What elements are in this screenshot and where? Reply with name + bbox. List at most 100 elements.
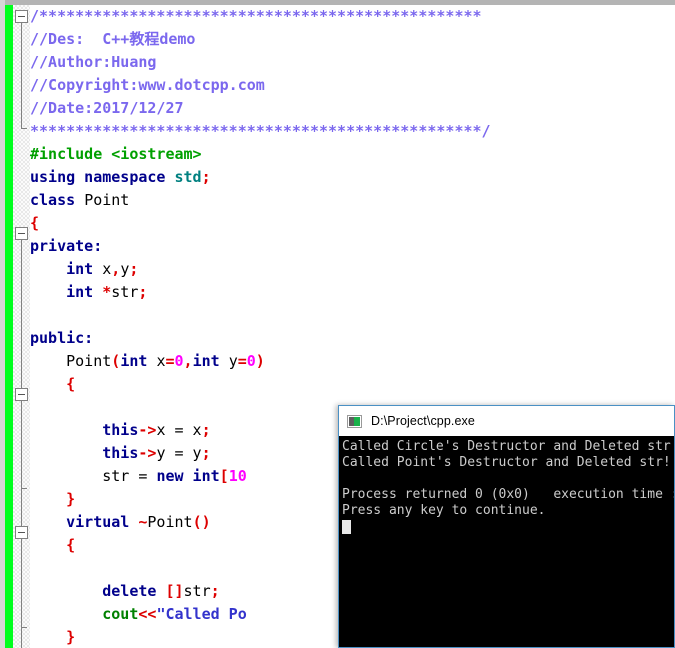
code-token: virtual	[30, 513, 138, 531]
fold-toggle-dtor-body[interactable]	[15, 526, 28, 539]
code-token	[30, 605, 102, 623]
code-token: ->	[138, 421, 156, 439]
console-window[interactable]: D:\Project\cpp.exe Called Circle's Destr…	[338, 405, 675, 648]
code-token: //Author:Huang	[30, 53, 156, 71]
fold-line-ctor-body	[21, 401, 22, 488]
code-token: ()	[193, 513, 211, 531]
code-token: //Des: C++教程demo	[30, 30, 195, 48]
code-token: std	[175, 168, 202, 186]
code-token: y = y	[156, 444, 201, 462]
code-token	[30, 628, 66, 646]
fold-toggle-header-comment[interactable]	[15, 10, 28, 23]
code-token: ;	[138, 283, 147, 301]
code-token: int	[193, 352, 229, 370]
code-line[interactable]: class Point	[30, 189, 675, 212]
fold-end-ctor-body	[21, 488, 27, 489]
console-line: Press any key to continue.	[342, 503, 674, 519]
code-token: int	[120, 352, 156, 370]
code-token	[30, 375, 66, 393]
code-token: private:	[30, 237, 102, 255]
code-token: ;	[211, 582, 220, 600]
change-indicator-bar	[5, 5, 13, 648]
code-line[interactable]: /***************************************…	[30, 5, 675, 28]
code-token: {	[66, 375, 75, 393]
fold-end-header-comment	[21, 128, 27, 129]
code-token: class	[30, 191, 84, 209]
code-token: ,	[184, 352, 193, 370]
code-token: "Called Po	[156, 605, 246, 623]
code-token: ,	[111, 260, 120, 278]
fold-line-dtor-body	[21, 539, 22, 627]
code-token: *	[102, 283, 111, 301]
code-line[interactable]: {	[30, 212, 675, 235]
fold-line-header-comment	[21, 23, 22, 128]
fold-toggle-ctor-body[interactable]	[15, 388, 28, 401]
code-line[interactable]: int x,y;	[30, 258, 675, 281]
code-token: /***************************************…	[30, 7, 482, 25]
code-token: }	[66, 490, 75, 508]
code-line[interactable]: ****************************************…	[30, 120, 675, 143]
fold-end-dtor-body	[21, 627, 27, 628]
code-line[interactable]: //Des: C++教程demo	[30, 28, 675, 51]
code-token: ;	[129, 260, 138, 278]
code-token: using namespace	[30, 168, 175, 186]
code-token: #include <iostream>	[30, 145, 202, 163]
code-token: [	[220, 467, 229, 485]
code-token: []	[165, 582, 183, 600]
code-token: y	[229, 352, 238, 370]
code-token: y	[120, 260, 129, 278]
code-line[interactable]: //Date:2017/12/27	[30, 97, 675, 120]
code-token: <<	[138, 605, 156, 623]
code-token: =	[238, 352, 247, 370]
console-title-text: D:\Project\cpp.exe	[371, 414, 475, 428]
console-title-bar[interactable]: D:\Project\cpp.exe	[339, 406, 674, 437]
code-token: delete	[30, 582, 165, 600]
console-app-icon	[347, 415, 362, 428]
code-token: public:	[30, 329, 93, 347]
code-token: }	[66, 628, 75, 646]
code-line[interactable]: #include <iostream>	[30, 143, 675, 166]
code-token: ;	[202, 421, 211, 439]
console-line: Process returned 0 (0x0) execution time …	[342, 487, 674, 503]
code-token: Point	[84, 191, 129, 209]
code-token: this	[30, 421, 138, 439]
code-line[interactable]: private:	[30, 235, 675, 258]
code-line[interactable]: //Author:Huang	[30, 51, 675, 74]
console-line	[342, 471, 674, 487]
code-token: 10	[229, 467, 247, 485]
code-token	[30, 490, 66, 508]
code-token: //Copyright:www.dotcpp.com	[30, 76, 265, 94]
code-line[interactable]: Point(int x=0,int y=0)	[30, 350, 675, 373]
code-token: =	[165, 352, 174, 370]
code-line[interactable]: int *str;	[30, 281, 675, 304]
code-token: )	[256, 352, 265, 370]
code-token: str =	[30, 467, 156, 485]
code-token: {	[66, 536, 75, 554]
console-line: Called Circle's Destructor and Deleted s…	[342, 439, 674, 455]
code-line[interactable]: //Copyright:www.dotcpp.com	[30, 74, 675, 97]
code-line[interactable]: public:	[30, 327, 675, 350]
console-line: Called Point's Destructor and Deleted st…	[342, 455, 674, 471]
fold-margin[interactable]	[13, 5, 30, 648]
code-token: 0	[247, 352, 256, 370]
code-token: 0	[175, 352, 184, 370]
code-token: ;	[202, 168, 211, 186]
code-token: int	[30, 283, 102, 301]
code-token: str	[184, 582, 211, 600]
code-token: ****************************************…	[30, 122, 491, 140]
code-token: int	[30, 260, 102, 278]
code-token: (	[111, 352, 120, 370]
code-token: Point	[147, 513, 192, 531]
code-token	[30, 536, 66, 554]
code-line[interactable]	[30, 304, 675, 327]
code-token: x	[102, 260, 111, 278]
code-line[interactable]: using namespace std;	[30, 166, 675, 189]
code-token: {	[30, 214, 39, 232]
screen: /***************************************…	[0, 0, 675, 648]
code-token: str	[111, 283, 138, 301]
fold-toggle-class-body[interactable]	[15, 227, 28, 240]
code-token: ;	[202, 444, 211, 462]
code-token: new int	[156, 467, 219, 485]
code-line[interactable]: {	[30, 373, 675, 396]
console-output[interactable]: Called Circle's Destructor and Deleted s…	[339, 436, 674, 647]
